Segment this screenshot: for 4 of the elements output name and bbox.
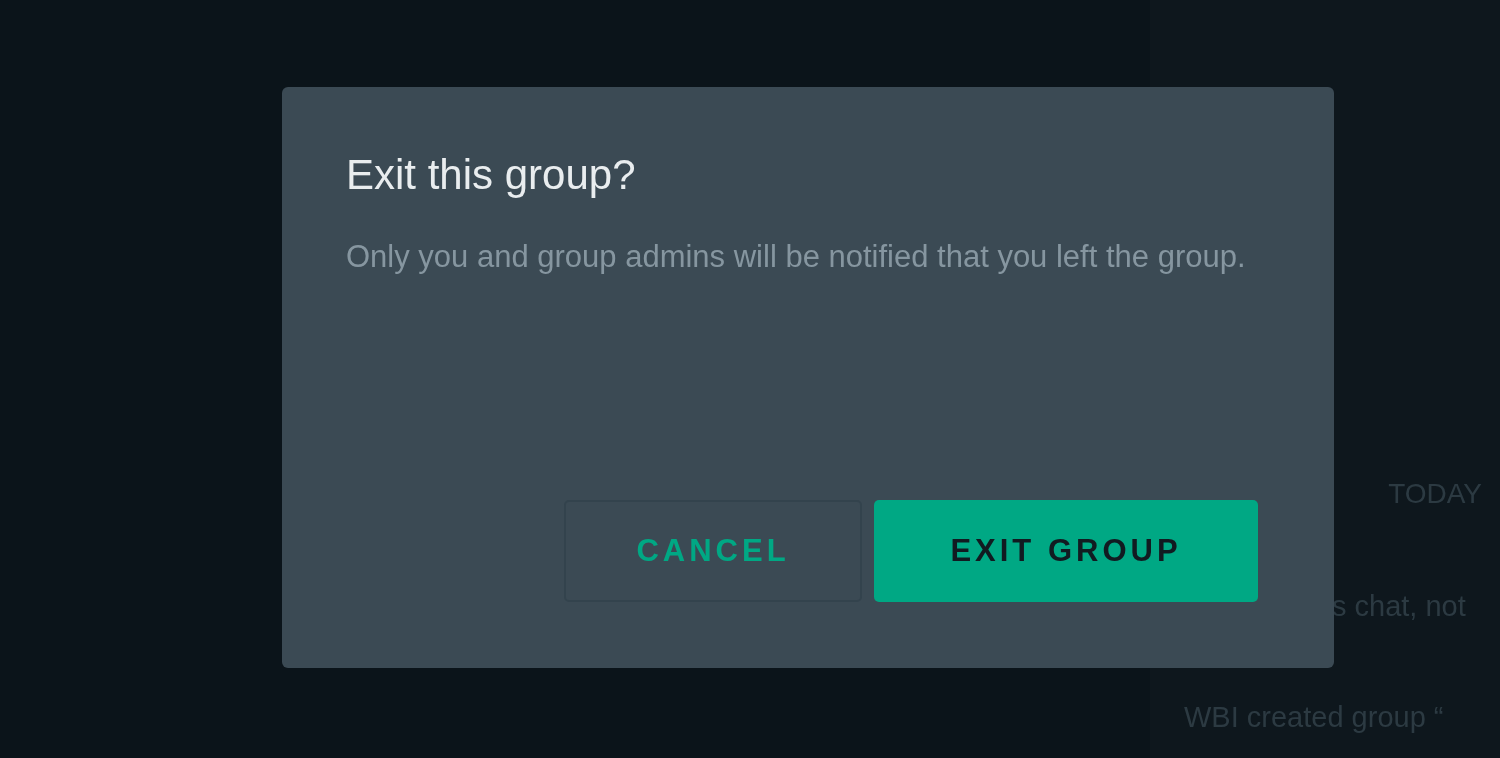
- dialog-message: Only you and group admins will be notified that you left the group.: [346, 238, 1246, 276]
- cancel-button[interactable]: CANCEL: [564, 500, 862, 602]
- exit-group-button[interactable]: EXIT GROUP: [874, 500, 1258, 602]
- dialog-title: Exit this group?: [346, 150, 637, 200]
